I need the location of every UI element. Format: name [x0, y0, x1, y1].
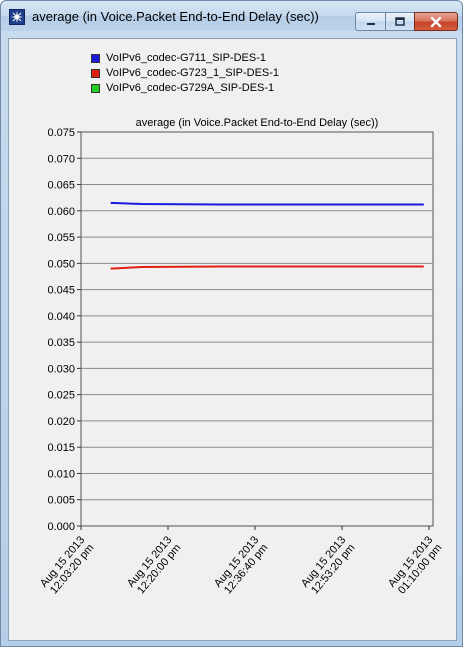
x-tick-label: Aug 15 201312:36:40 pm [212, 534, 270, 597]
x-tick-label: Aug 15 201301:10:00 pm [386, 534, 444, 597]
x-tick-label: Aug 15 201312:20:00 pm [125, 534, 183, 597]
star-burst-icon [11, 11, 23, 23]
y-tick-label: 0.065 [47, 180, 75, 192]
y-tick-label: 0.020 [47, 416, 75, 428]
y-tick-label: 0.005 [47, 495, 75, 507]
y-tick-label: 0.015 [47, 442, 75, 454]
chart-title: average (in Voice.Packet End-to-End Dela… [136, 117, 379, 129]
y-tick-label: 0.050 [47, 258, 75, 270]
y-tick-label: 0.055 [47, 232, 75, 244]
window-title: average (in Voice.Packet End-to-End Dela… [32, 9, 319, 24]
close-button[interactable] [414, 12, 458, 31]
chart-panel: VoIPv6_codec-G711_SIP-DES-1 VoIPv6_codec… [8, 38, 457, 641]
title-bar[interactable]: average (in Voice.Packet End-to-End Dela… [1, 1, 462, 31]
x-tick-label: Aug 15 201312:03:20 pm [38, 534, 96, 597]
y-tick-label: 0.060 [47, 206, 75, 218]
y-tick-label: 0.045 [47, 285, 75, 297]
maximize-icon [395, 16, 405, 26]
line-chart: average (in Voice.Packet End-to-End Dela… [38, 117, 444, 597]
chart-window: average (in Voice.Packet End-to-End Dela… [0, 0, 463, 647]
plot-area [80, 131, 434, 527]
y-tick-label: 0.075 [47, 127, 75, 139]
y-tick-label: 0.070 [47, 153, 75, 165]
minimize-icon [366, 22, 375, 25]
app-window-icon[interactable] [9, 9, 25, 25]
maximize-button[interactable] [385, 12, 415, 31]
y-tick-label: 0.040 [47, 311, 75, 323]
y-tick-label: 0.025 [47, 390, 75, 402]
y-tick-label: 0.010 [47, 468, 75, 480]
x-tick-label: Aug 15 201312:53:20 pm [299, 534, 357, 597]
minimize-button[interactable] [355, 12, 386, 31]
y-tick-label: 0.030 [47, 363, 75, 375]
y-tick-label: 0.035 [47, 337, 75, 349]
close-icon [430, 16, 442, 27]
y-tick-label: 0.000 [47, 521, 75, 533]
